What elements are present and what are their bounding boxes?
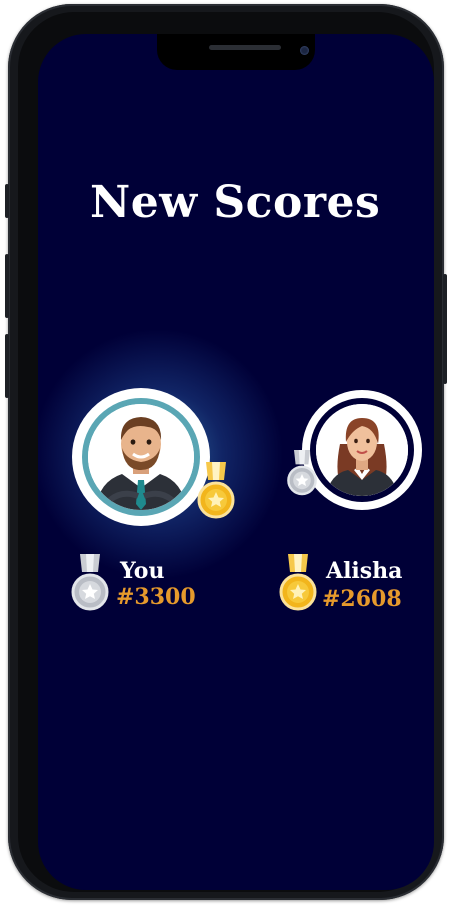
gold-medal-icon bbox=[278, 554, 318, 618]
game-screen: New Scores You #3300 Alisha #2608 bbox=[38, 34, 434, 890]
player-score-alisha: #2608 bbox=[322, 586, 402, 612]
player-avatar-ring-alisha[interactable] bbox=[302, 390, 422, 510]
page-title: New Scores bbox=[90, 177, 381, 228]
player-name-you: You bbox=[120, 558, 165, 584]
player-score-you: #3300 bbox=[116, 584, 196, 610]
avatar-alisha bbox=[316, 404, 408, 496]
mute-switch bbox=[5, 184, 9, 218]
earpiece-speaker bbox=[209, 45, 281, 50]
front-camera-icon bbox=[300, 46, 309, 55]
phone-bezel: New Scores You #3300 Alisha #2608 bbox=[18, 12, 434, 892]
player-name-alisha: Alisha bbox=[326, 558, 403, 584]
gold-medal-icon bbox=[196, 462, 236, 526]
silver-medal-icon bbox=[286, 450, 318, 502]
notch bbox=[157, 34, 315, 70]
businessman-avatar-icon bbox=[88, 404, 194, 510]
businesswoman-avatar-icon bbox=[316, 404, 408, 496]
silver-medal-icon bbox=[70, 554, 110, 618]
power-button bbox=[443, 274, 447, 384]
player-avatar-ring-you[interactable] bbox=[72, 388, 210, 526]
volume-up-button bbox=[5, 254, 9, 318]
phone-frame: New Scores You #3300 Alisha #2608 bbox=[5, 4, 447, 900]
avatar-you bbox=[88, 404, 194, 510]
volume-down-button bbox=[5, 334, 9, 398]
